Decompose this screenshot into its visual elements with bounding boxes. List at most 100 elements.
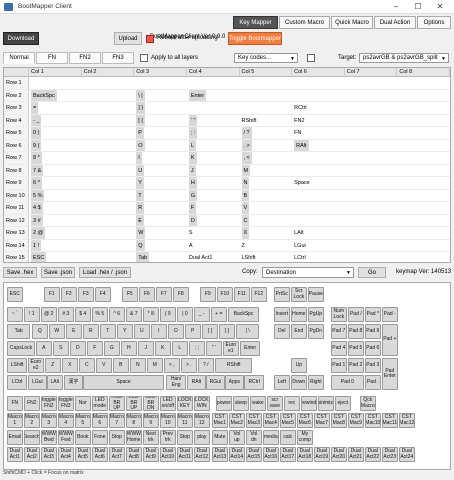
matrix-cell[interactable]: K (186, 152, 240, 165)
matrix-cell[interactable] (292, 152, 345, 165)
key-[interactable]: | \ (236, 324, 260, 339)
key-power[interactable]: power (216, 396, 232, 411)
layer-tab-fn3[interactable]: FN3 (102, 52, 134, 64)
key-wake[interactable]: wake (250, 396, 266, 411)
key-next-trk[interactable]: Next trk (143, 430, 159, 445)
key-led-br-dn[interactable]: LED BR DN (143, 396, 159, 411)
matrix-cell[interactable] (81, 140, 135, 152)
matrix-cell[interactable]: FN2 (292, 115, 345, 127)
matrix-cell[interactable] (397, 190, 450, 202)
key-led-on-off[interactable]: LED on/off (160, 396, 176, 411)
key-cst-mac10[interactable]: CST Mac10 (365, 413, 381, 428)
download-button[interactable]: Download (3, 32, 39, 45)
matrix-cell[interactable]: - _ (29, 114, 82, 127)
key-cst-mac11[interactable]: CST Mac11 (382, 413, 398, 428)
layer-tab-fn[interactable]: FN (36, 52, 68, 64)
key-6[interactable]: ^ 6 (109, 307, 125, 322)
key-macro-6[interactable]: Macro 6 (92, 413, 108, 428)
go-button[interactable]: Go (358, 267, 386, 278)
matrix-cell[interactable]: Space (292, 177, 345, 190)
key-dual-act4[interactable]: Dual Act4 (58, 447, 74, 462)
key-down[interactable]: Down (291, 375, 307, 390)
key-fn2[interactable]: FN2 (24, 396, 40, 411)
key-[interactable]: " ' (206, 341, 222, 356)
key-prev-trk[interactable]: Prev trk (160, 430, 176, 445)
matrix-cell[interactable]: D (186, 214, 240, 227)
key-play[interactable]: play (194, 430, 210, 445)
matrix-cell[interactable] (397, 227, 450, 240)
key-euro-e1[interactable]: Euro e1 (223, 341, 239, 356)
matrix-cell[interactable] (239, 90, 293, 102)
key-macro-4[interactable]: Macro 4 (58, 413, 74, 428)
key-dual-act3[interactable]: Dual Act3 (41, 447, 57, 462)
layer-tab-fn2[interactable]: FN2 (69, 52, 101, 64)
key-q[interactable]: Q (32, 324, 48, 339)
key-x[interactable]: X (62, 358, 78, 373)
key-dual-act2[interactable]: Dual Act2 (24, 447, 40, 462)
key-num-lock[interactable]: Num Lock (331, 307, 347, 322)
matrix-cell[interactable]: J (186, 164, 240, 177)
maximize-icon[interactable]: ☐ (408, 2, 428, 12)
matrix-cell[interactable]: H (186, 177, 240, 190)
load-button[interactable]: Load .hex / .json (79, 267, 131, 278)
key-lock-win[interactable]: LOCK WIN (194, 396, 210, 411)
matrix-cell[interactable] (81, 127, 135, 140)
key-pad-6[interactable]: Pad 6 (365, 341, 381, 356)
matrix-cell[interactable]: 4 $ (29, 202, 82, 215)
key-end[interactable]: End (291, 324, 307, 339)
matrix-cell[interactable] (344, 115, 398, 127)
key-pad-2[interactable]: Pad 2 (348, 358, 364, 373)
key-dual-act13[interactable]: Dual Act13 (212, 447, 228, 462)
matrix-cell[interactable]: RShift (239, 115, 293, 127)
close-icon[interactable]: ✕ (430, 2, 450, 12)
matrix-cell[interactable]: N (239, 177, 293, 190)
key-apps[interactable]: Apps (225, 375, 244, 390)
key-cst-mac6[interactable]: CST Mac6 (297, 413, 313, 428)
key-enter[interactable]: Enter (240, 341, 261, 356)
matrix-cell[interactable]: 5 % (29, 189, 82, 202)
matrix-cell[interactable] (344, 165, 398, 177)
matrix-cell[interactable] (82, 252, 135, 262)
matrix-cell[interactable] (344, 190, 398, 202)
key-led-mode[interactable]: LED mode (92, 396, 108, 411)
matrix-cell[interactable]: 9 ( (29, 139, 82, 152)
layer-tab-normal[interactable]: Normal (3, 52, 35, 64)
matrix-cell[interactable]: B (239, 189, 293, 202)
matrix-cell[interactable]: Q (134, 239, 187, 252)
upload-button[interactable]: Upload (114, 32, 142, 45)
key-macro-12[interactable]: Macro 12 (194, 413, 210, 428)
matrix-cell[interactable] (397, 252, 450, 262)
matrix-cell[interactable]: V (239, 202, 293, 215)
key-r[interactable]: R (83, 324, 99, 339)
key-l[interactable]: L (172, 341, 188, 356)
key-nor[interactable]: Nor (75, 396, 91, 411)
key-macro-9[interactable]: Macro 9 (143, 413, 159, 428)
key-del[interactable]: Del (274, 324, 290, 339)
key-9[interactable]: ( 9 (160, 307, 176, 322)
matrix-cell[interactable] (81, 215, 135, 227)
matrix-cell[interactable]: \ | (134, 89, 187, 102)
key-cst-mac9[interactable]: CST Mac9 (348, 413, 364, 428)
matrix-cell[interactable]: , < (239, 152, 293, 165)
key-macro-5[interactable]: Macro 5 (75, 413, 91, 428)
key-a[interactable]: A (36, 341, 52, 356)
matrix-cell[interactable] (81, 90, 135, 102)
key-pad-0[interactable]: Pad 0 (331, 375, 364, 390)
matrix-cell[interactable] (292, 190, 345, 202)
key-s[interactable]: S (53, 341, 69, 356)
key-rshift[interactable]: RShift (215, 358, 253, 373)
key-rgb-br-up[interactable]: RGB BR UP (109, 396, 125, 411)
matrix-cell[interactable]: Dual Act1 (187, 252, 240, 262)
key-[interactable]: } ] (219, 324, 235, 339)
key-rgui[interactable]: RGui (206, 375, 225, 390)
key-pause[interactable]: Pause (308, 287, 324, 302)
key-pgdn[interactable]: PgDn (308, 324, 324, 339)
key-3[interactable]: # 3 (58, 307, 74, 322)
matrix-cell[interactable]: Z (239, 240, 293, 252)
matrix-cell[interactable] (81, 240, 135, 252)
key-qck-macro[interactable]: Qck Macro (360, 396, 376, 411)
key-vol-up[interactable]: Vol up (229, 430, 245, 445)
matrix-cell[interactable] (186, 77, 240, 90)
key-t[interactable]: T (100, 324, 116, 339)
key-f11[interactable]: F11 (234, 287, 250, 302)
